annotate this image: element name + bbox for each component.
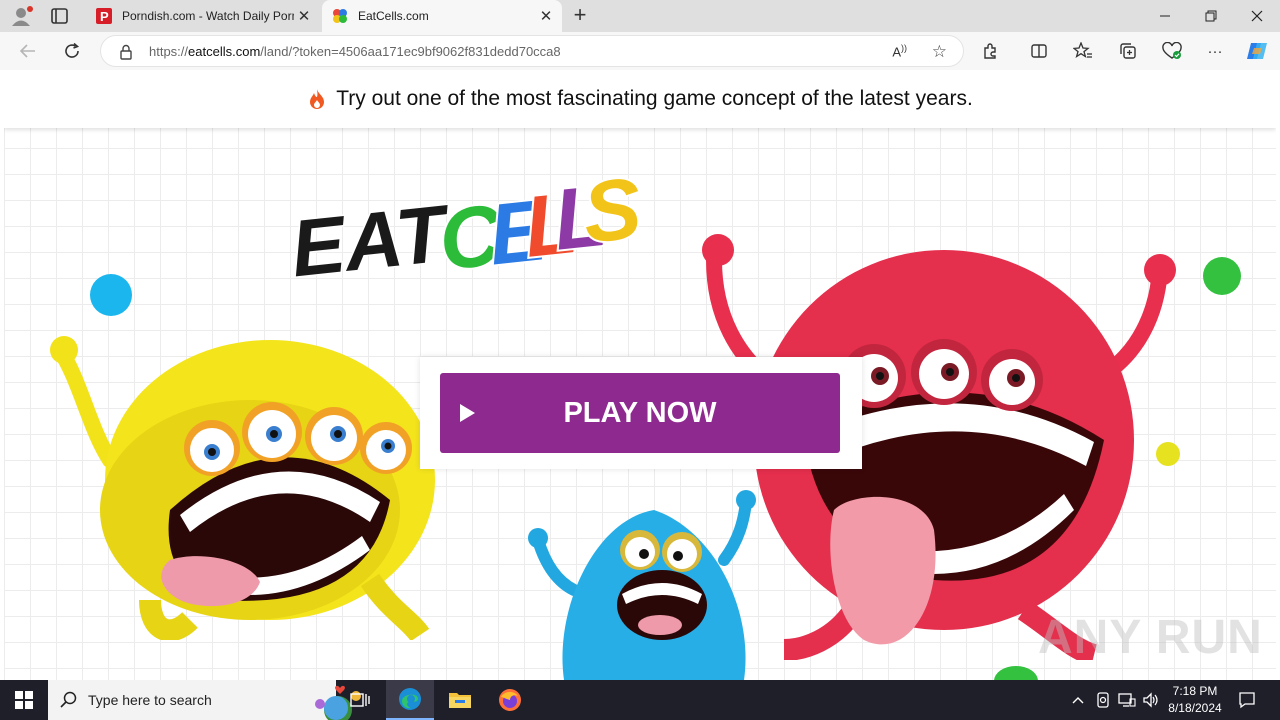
restore-icon[interactable]: [1188, 0, 1234, 32]
page-content: Try out one of the most fascinating game…: [4, 70, 1276, 680]
clock-date: 8/18/2024: [1168, 701, 1222, 715]
profile-icon[interactable]: [10, 5, 34, 27]
volume-icon[interactable]: [1140, 680, 1162, 720]
read-aloud-icon[interactable]: A)): [892, 43, 907, 59]
green-cell-dot: [994, 666, 1038, 680]
yellow-monster-illustration: [50, 336, 435, 640]
search-icon: [60, 691, 78, 714]
svg-text:P: P: [100, 9, 109, 24]
collections-icon[interactable]: [1115, 39, 1141, 63]
url-text: https://eatcells.com/land/?token=4506aa1…: [149, 44, 561, 59]
notifications-icon[interactable]: [1232, 680, 1262, 720]
close-window-icon[interactable]: [1234, 0, 1280, 32]
play-card: PLAY NOW: [420, 357, 862, 469]
logo-letter: S: [579, 160, 644, 261]
close-tab-icon[interactable]: ✕: [536, 7, 556, 25]
eat-cells-logo: EAT C E L L S: [286, 160, 644, 290]
play-now-label: PLAY NOW: [563, 396, 717, 429]
task-view-icon[interactable]: [336, 680, 384, 720]
copilot-icon[interactable]: [1244, 39, 1270, 63]
windows-taskbar: Type here to search 7:18 PM 8/18/2024: [0, 680, 1280, 720]
network-icon[interactable]: [1116, 680, 1138, 720]
refresh-icon[interactable]: [58, 38, 86, 64]
fire-icon: [310, 89, 325, 109]
porndish-p-icon: P: [96, 8, 112, 24]
browser-toolbar: https://eatcells.com/land/?token=4506aa1…: [0, 32, 1280, 70]
eatcells-icon: [332, 8, 348, 24]
windows-start-icon[interactable]: [0, 680, 48, 720]
green-cell-dot: [1203, 257, 1241, 295]
search-placeholder: Type here to search: [88, 692, 212, 708]
extensions-icon[interactable]: [978, 39, 1004, 63]
play-icon: [460, 404, 475, 422]
blue-monster-illustration: [528, 490, 756, 680]
edge-icon[interactable]: [386, 680, 434, 720]
tab-actions-icon[interactable]: [48, 6, 72, 26]
browser-essentials-icon[interactable]: [1159, 39, 1185, 63]
split-screen-icon[interactable]: [1026, 39, 1052, 63]
device-icon[interactable]: [1094, 680, 1112, 720]
tab-title: Porndish.com - Watch Daily Porn: [122, 9, 294, 23]
favorites-icon[interactable]: [1070, 39, 1096, 63]
screen: P Porndish.com - Watch Daily Porn ✕ EatC…: [0, 0, 1280, 720]
minimize-icon[interactable]: [1142, 0, 1188, 32]
address-bar[interactable]: https://eatcells.com/land/?token=4506aa1…: [100, 35, 964, 67]
back-icon[interactable]: [14, 38, 42, 64]
firefox-icon[interactable]: [486, 680, 534, 720]
taskbar-search-box[interactable]: Type here to search: [48, 680, 361, 720]
file-explorer-icon[interactable]: [436, 680, 484, 720]
promo-banner: Try out one of the most fascinating game…: [4, 70, 1276, 128]
favorite-star-icon[interactable]: ☆: [932, 42, 947, 62]
tab-eatcells[interactable]: EatCells.com ✕: [322, 0, 562, 32]
banner-text: Try out one of the most fascinating game…: [336, 87, 973, 110]
lock-icon[interactable]: [119, 44, 133, 65]
more-icon[interactable]: ···: [1202, 39, 1228, 63]
play-now-button[interactable]: PLAY NOW: [440, 373, 840, 453]
new-tab-icon[interactable]: +: [568, 4, 592, 28]
browser-tab-strip: P Porndish.com - Watch Daily Porn ✕ EatC…: [0, 0, 1280, 32]
logo-word-eat: EAT: [287, 188, 456, 290]
clock-time: 7:18 PM: [1172, 684, 1218, 698]
show-hidden-icons-icon[interactable]: [1068, 680, 1088, 720]
close-tab-icon[interactable]: ✕: [294, 7, 314, 25]
anyrun-watermark: ANY RUN: [1038, 611, 1263, 664]
system-clock[interactable]: 7:18 PM 8/18/2024: [1160, 683, 1230, 717]
tab-porndish[interactable]: P Porndish.com - Watch Daily Porn ✕: [86, 0, 320, 32]
tab-title: EatCells.com: [358, 9, 429, 23]
